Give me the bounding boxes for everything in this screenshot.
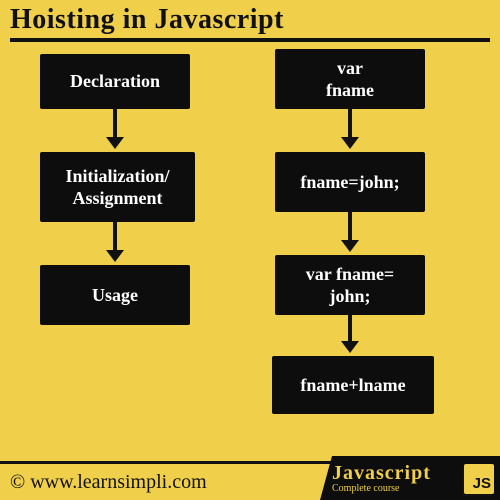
badge-text: Javascript Complete course [332, 463, 431, 494]
arrow-icon [113, 109, 117, 139]
arrow-icon [348, 109, 352, 139]
badge-title: Javascript [332, 463, 431, 483]
page-title: Hoisting in Javascript [10, 4, 490, 36]
footer-url: © www.learnsimpli.com [10, 471, 207, 494]
box-var-fname: var fname [275, 49, 425, 109]
header: Hoisting in Javascript [0, 0, 500, 44]
box-fname-assign: fname=john; [275, 152, 425, 212]
box-var-fname-john: var fname= john; [275, 255, 425, 315]
box-initialization: Initialization/ Assignment [40, 152, 195, 222]
arrow-icon [113, 222, 117, 252]
title-underline [10, 38, 490, 42]
arrow-icon [348, 315, 352, 343]
footer: © www.learnsimpli.com Javascript Complet… [0, 456, 500, 500]
diagram-area: Declaration Initialization/ Assignment U… [0, 44, 500, 464]
js-icon: JS [464, 464, 494, 494]
box-declaration: Declaration [40, 54, 190, 109]
box-fname-lname: fname+lname [272, 356, 434, 414]
badge-subtitle: Complete course [332, 484, 431, 494]
box-usage: Usage [40, 265, 190, 325]
arrow-icon [348, 212, 352, 242]
footer-badge: Javascript Complete course JS [320, 456, 500, 500]
